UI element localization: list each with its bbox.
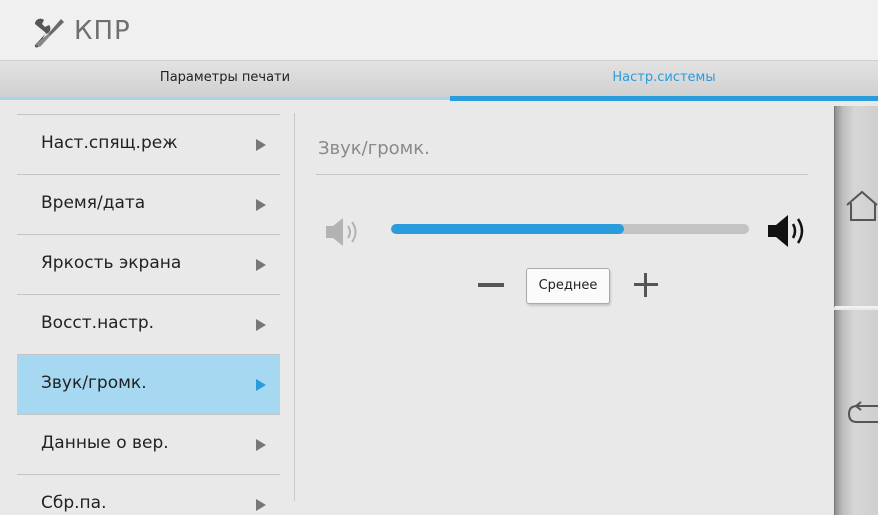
- volume-high-icon[interactable]: [766, 213, 814, 249]
- arrow-right-icon: [256, 379, 266, 391]
- arrow-right-icon: [256, 439, 266, 451]
- volume-decrease-button[interactable]: [478, 283, 504, 287]
- tools-icon: [34, 18, 64, 48]
- app-title: КПР: [74, 16, 131, 46]
- home-button[interactable]: [834, 106, 878, 308]
- menu-item-version[interactable]: Данные о вер.: [17, 414, 280, 474]
- menu-item-label: Сбр.па.: [41, 493, 107, 513]
- settings-menu: Наст.спящ.реж Время/дата Яркость экрана …: [17, 114, 280, 515]
- menu-item-label: Яркость экрана: [41, 253, 182, 273]
- back-button[interactable]: [834, 310, 878, 515]
- menu-item-sound[interactable]: Звук/громк.: [17, 354, 280, 414]
- volume-increase-button[interactable]: [634, 273, 658, 297]
- tab-print-settings[interactable]: Параметры печати: [0, 61, 450, 101]
- home-icon: [846, 190, 878, 221]
- menu-item-reset[interactable]: Сбр.па.: [17, 474, 280, 515]
- panel-divider: [316, 174, 808, 175]
- volume-level-display: Среднее: [526, 268, 610, 304]
- menu-item-sleep[interactable]: Наст.спящ.реж: [17, 114, 280, 174]
- arrow-right-icon: [256, 319, 266, 331]
- menu-item-restore[interactable]: Восст.настр.: [17, 294, 280, 354]
- back-icon: [847, 401, 878, 423]
- menu-item-label: Время/дата: [41, 193, 146, 213]
- tab-system-settings[interactable]: Настр.системы: [450, 61, 878, 101]
- arrow-right-icon: [256, 499, 266, 511]
- menu-item-brightness[interactable]: Яркость экрана: [17, 234, 280, 294]
- menu-item-label: Восст.настр.: [41, 313, 155, 333]
- volume-slider[interactable]: [391, 224, 749, 234]
- panel-title: Звук/громк.: [318, 138, 430, 159]
- tab-bar: Параметры печати Настр.системы: [0, 60, 878, 100]
- arrow-right-icon: [256, 199, 266, 211]
- header-bar: КПР: [0, 0, 878, 60]
- arrow-right-icon: [256, 139, 266, 151]
- menu-item-label: Наст.спящ.реж: [41, 133, 178, 153]
- arrow-right-icon: [256, 259, 266, 271]
- tab-active-indicator: [450, 96, 878, 101]
- menu-item-datetime[interactable]: Время/дата: [17, 174, 280, 234]
- volume-slider-fill: [391, 224, 624, 234]
- menu-item-label: Звук/громк.: [41, 373, 147, 393]
- side-navigation: [834, 106, 878, 515]
- volume-low-icon[interactable]: [324, 215, 372, 249]
- divider: [294, 113, 295, 501]
- menu-item-label: Данные о вер.: [41, 433, 169, 453]
